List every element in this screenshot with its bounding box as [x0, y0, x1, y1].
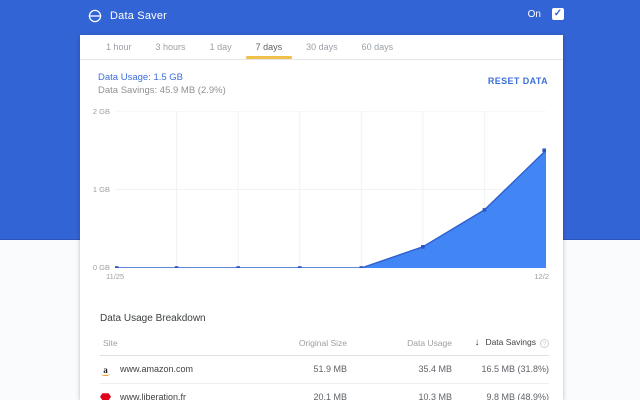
- data-point-11/26: [175, 266, 179, 268]
- breakdown-table: Site Original Size Data Usage ↓ Data Savi…: [100, 331, 549, 400]
- data-point-11/28: [298, 266, 302, 268]
- data-point-12/1: [483, 208, 487, 212]
- site-name: www.amazon.com: [120, 364, 193, 374]
- column-header-site[interactable]: Site: [100, 331, 246, 356]
- extension-header: Data Saver On ✓: [0, 0, 640, 33]
- column-header-data-savings[interactable]: ↓ Data Savings?: [452, 331, 549, 356]
- amazon-favicon: a: [100, 365, 111, 375]
- y-tick-2gb: 2 GB: [80, 107, 110, 116]
- data-savings-header-label: Data Savings: [485, 337, 536, 347]
- data-point-11/29: [359, 266, 363, 268]
- y-tick-0gb: 0 GB: [80, 263, 110, 272]
- liberation-favicon: [100, 392, 111, 400]
- breakdown-header-row: Site Original Size Data Usage ↓ Data Savi…: [100, 331, 549, 356]
- tab-7-days[interactable]: 7 days: [244, 35, 295, 59]
- data-point-11/27: [236, 266, 240, 268]
- original-size-cell: 51.9 MB: [246, 356, 347, 384]
- breakdown-title: Data Usage Breakdown: [100, 313, 206, 324]
- data-point-11/25: [115, 266, 119, 268]
- x-tick-start: 11/25: [106, 272, 124, 281]
- enable-checkbox[interactable]: ✓: [552, 8, 564, 20]
- usage-area-fill: [115, 150, 546, 268]
- data-savings-stat: Data Savings: 45.9 MB (2.9%): [98, 85, 226, 96]
- status-on-label: On: [528, 9, 541, 20]
- site-name: www.liberation.fr: [120, 392, 186, 400]
- data-usage-cell: 10.3 MB: [347, 383, 452, 400]
- page-title: Data Saver: [110, 10, 167, 22]
- sort-descending-icon: ↓: [474, 337, 479, 348]
- data-saver-icon: [88, 9, 102, 23]
- tab-1-day[interactable]: 1 day: [198, 35, 244, 59]
- y-tick-1gb: 1 GB: [80, 185, 110, 194]
- tab-1-hour[interactable]: 1 hour: [94, 35, 144, 59]
- data-saver-card: 1 hour3 hours1 day7 days30 days60 days D…: [80, 35, 563, 400]
- tab-60-days[interactable]: 60 days: [350, 35, 406, 59]
- reset-data-button[interactable]: RESET DATA: [488, 76, 548, 86]
- usage-area-chart: [115, 111, 546, 268]
- data-point-12/2: [542, 148, 546, 152]
- data-usage-stat: Data Usage: 1.5 GB: [98, 72, 183, 83]
- tab-3-hours[interactable]: 3 hours: [144, 35, 198, 59]
- data-savings-cell: 9.8 MB (48.9%): [452, 383, 549, 400]
- tab-30-days[interactable]: 30 days: [294, 35, 350, 59]
- original-size-cell: 20.1 MB: [246, 383, 347, 400]
- table-row: a www.amazon.com 51.9 MB35.4 MB16.5 MB (31…: [100, 356, 549, 384]
- usage-chart: 2 GB 1 GB 0 GB 11/25 12/2: [80, 109, 563, 287]
- column-header-original-size[interactable]: Original Size: [246, 331, 347, 356]
- data-point-11/30: [421, 245, 425, 249]
- data-usage-cell: 35.4 MB: [347, 356, 452, 384]
- info-icon[interactable]: ?: [540, 339, 549, 348]
- column-header-data-usage[interactable]: Data Usage: [347, 331, 452, 356]
- time-range-tabs: 1 hour3 hours1 day7 days30 days60 days: [80, 35, 563, 60]
- data-savings-cell: 16.5 MB (31.8%): [452, 356, 549, 384]
- x-tick-end: 12/2: [534, 272, 549, 281]
- table-row: www.liberation.fr 20.1 MB10.3 MB9.8 MB (4…: [100, 383, 549, 400]
